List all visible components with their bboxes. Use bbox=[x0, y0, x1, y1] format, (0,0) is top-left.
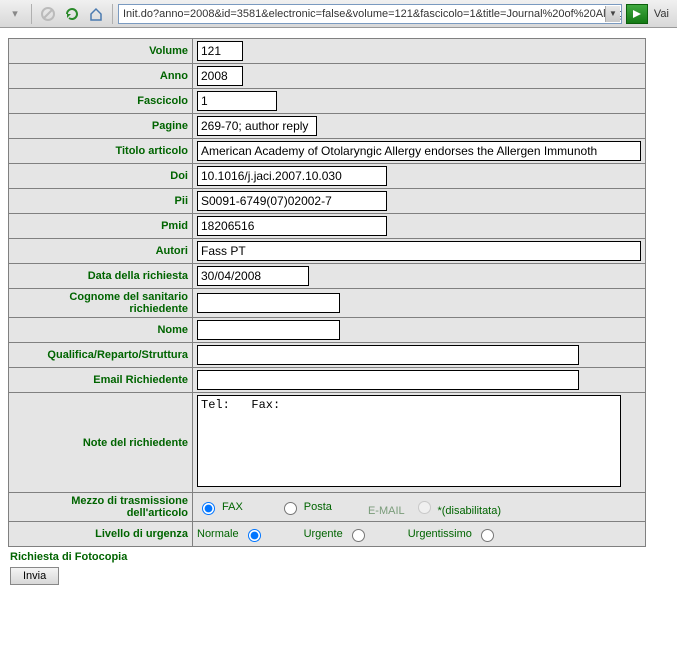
label-pmid: Pmid bbox=[9, 214, 193, 239]
address-dropdown-icon[interactable]: ▼ bbox=[605, 6, 620, 22]
radio-fax-label: FAX bbox=[222, 501, 243, 513]
radio-posta-label: Posta bbox=[304, 501, 332, 513]
label-livello: Livello di urgenza bbox=[9, 522, 193, 547]
label-qualifica: Qualifica/Reparto/Struttura bbox=[9, 343, 193, 368]
label-fascicolo: Fascicolo bbox=[9, 89, 193, 114]
label-email: Email Richiedente bbox=[9, 368, 193, 393]
input-email[interactable] bbox=[197, 370, 579, 390]
browser-toolbar: ▾ Init.do?anno=2008&id=3581&electronic=f… bbox=[0, 0, 677, 28]
input-pii[interactable] bbox=[197, 191, 387, 211]
mezzo-radio-row: FAX Posta E-MAIL *(disabilitata) bbox=[197, 496, 641, 519]
livello-radio-row: Normale Urgente Urgentissimo bbox=[197, 524, 641, 544]
radio-posta[interactable]: Posta bbox=[279, 499, 332, 515]
radio-fax-input[interactable] bbox=[202, 502, 215, 515]
textarea-note[interactable] bbox=[197, 395, 621, 487]
footer: Richiesta di Fotocopia Invia bbox=[6, 549, 667, 587]
page-body: Volume Anno Fascicolo Pagine Titolo arti… bbox=[0, 28, 677, 597]
toolbar-divider bbox=[112, 4, 113, 24]
input-nome[interactable] bbox=[197, 320, 340, 340]
radio-normale-label: Normale bbox=[197, 528, 239, 540]
input-anno[interactable] bbox=[197, 66, 243, 86]
go-label: Vai bbox=[650, 8, 673, 20]
input-pagine[interactable] bbox=[197, 116, 317, 136]
radio-normale-input[interactable] bbox=[248, 529, 261, 542]
submit-button[interactable]: Invia bbox=[10, 567, 59, 585]
input-titolo[interactable] bbox=[197, 141, 641, 161]
home-icon[interactable] bbox=[85, 3, 107, 25]
radio-urgentissimo-label: Urgentissimo bbox=[408, 528, 472, 540]
label-pagine: Pagine bbox=[9, 114, 193, 139]
email-disabled-suffix: *(disabilitata) bbox=[437, 505, 501, 517]
input-fascicolo[interactable] bbox=[197, 91, 277, 111]
radio-urgente-input[interactable] bbox=[352, 529, 365, 542]
label-pii: Pii bbox=[9, 189, 193, 214]
request-form-table: Volume Anno Fascicolo Pagine Titolo arti… bbox=[8, 38, 646, 547]
label-data-richiesta: Data della richiesta bbox=[9, 264, 193, 289]
input-autori[interactable] bbox=[197, 241, 641, 261]
input-volume[interactable] bbox=[197, 41, 243, 61]
go-button[interactable] bbox=[626, 4, 648, 24]
stop-icon[interactable] bbox=[37, 3, 59, 25]
label-titolo: Titolo articolo bbox=[9, 139, 193, 164]
input-qualifica[interactable] bbox=[197, 345, 579, 365]
label-note: Note del richiedente bbox=[9, 393, 193, 493]
label-volume: Volume bbox=[9, 39, 193, 64]
toolbar-divider bbox=[31, 4, 32, 24]
radio-posta-input[interactable] bbox=[284, 502, 297, 515]
option-email-disabled: E-MAIL *(disabilitata) bbox=[368, 498, 501, 517]
refresh-icon[interactable] bbox=[61, 3, 83, 25]
radio-urgentissimo-input[interactable] bbox=[481, 529, 494, 542]
input-cognome[interactable] bbox=[197, 293, 340, 313]
radio-urgente-label: Urgente bbox=[304, 528, 343, 540]
address-text: Init.do?anno=2008&id=3581&electronic=fal… bbox=[123, 8, 622, 20]
address-bar[interactable]: Init.do?anno=2008&id=3581&electronic=fal… bbox=[118, 4, 622, 24]
input-pmid[interactable] bbox=[197, 216, 387, 236]
label-cognome: Cognome del sanitario richiedente bbox=[9, 289, 193, 318]
label-doi: Doi bbox=[9, 164, 193, 189]
label-anno: Anno bbox=[9, 64, 193, 89]
input-doi[interactable] bbox=[197, 166, 387, 186]
label-mezzo: Mezzo di trasmissione dell'articolo bbox=[9, 493, 193, 522]
label-nome: Nome bbox=[9, 318, 193, 343]
history-dropdown-icon[interactable]: ▾ bbox=[4, 3, 26, 25]
label-autori: Autori bbox=[9, 239, 193, 264]
input-data-richiesta[interactable] bbox=[197, 266, 309, 286]
footer-title: Richiesta di Fotocopia bbox=[10, 551, 663, 563]
email-option-label: E-MAIL bbox=[368, 505, 404, 517]
radio-email-input bbox=[418, 501, 431, 514]
radio-fax[interactable]: FAX bbox=[197, 499, 243, 515]
